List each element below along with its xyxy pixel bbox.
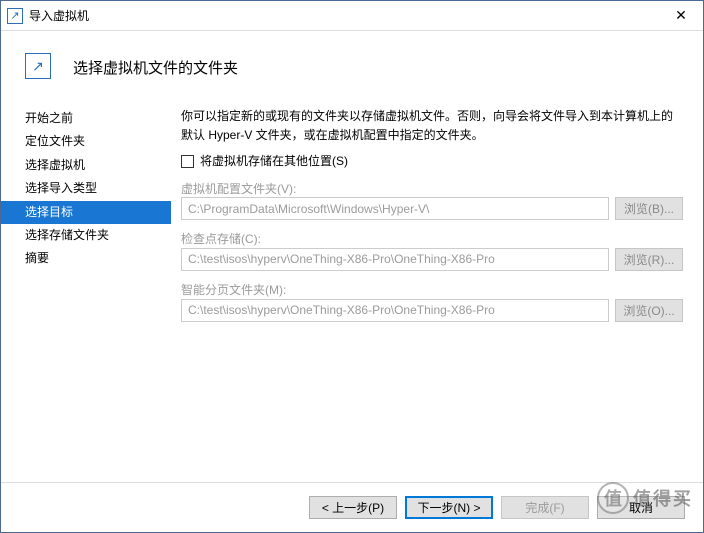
next-button[interactable]: 下一步(N) >: [405, 496, 493, 519]
sidebar-item-locate-folder[interactable]: 定位文件夹: [1, 130, 171, 153]
sidebar-item-select-vm[interactable]: 选择虚拟机: [1, 154, 171, 177]
cancel-button[interactable]: 取消: [597, 496, 685, 519]
window-icon: ↗: [7, 8, 23, 24]
smart-paging-folder-row: 浏览(O)...: [181, 299, 683, 322]
checkpoint-store-label: 检查点存储(C):: [181, 232, 683, 248]
vm-config-folder-input: [181, 197, 609, 220]
description-text: 你可以指定新的或现有的文件夹以存储虚拟机文件。否则，向导会将文件导入到本计算机上…: [181, 107, 683, 144]
sidebar-item-summary[interactable]: 摘要: [1, 247, 171, 270]
store-elsewhere-row: 将虚拟机存储在其他位置(S): [181, 154, 683, 170]
store-elsewhere-label: 将虚拟机存储在其他位置(S): [200, 154, 348, 170]
title-bar: ↗ 导入虚拟机 ✕: [1, 1, 703, 31]
finish-button: 完成(F): [501, 496, 589, 519]
vm-config-folder-row: 浏览(B)...: [181, 197, 683, 220]
smart-paging-folder-input: [181, 299, 609, 322]
smart-paging-folder-browse-button: 浏览(O)...: [615, 299, 683, 322]
wizard-content: 你可以指定新的或现有的文件夹以存储虚拟机文件。否则，向导会将文件导入到本计算机上…: [171, 103, 703, 482]
import-icon: ↗: [25, 53, 51, 79]
sidebar-item-storage-folder[interactable]: 选择存储文件夹: [1, 224, 171, 247]
wizard-window: ↗ 导入虚拟机 ✕ ↗ 选择虚拟机文件的文件夹 开始之前 定位文件夹 选择虚拟机…: [0, 0, 704, 533]
checkpoint-store-input: [181, 248, 609, 271]
previous-button[interactable]: < 上一步(P): [309, 496, 397, 519]
sidebar-item-before-begin[interactable]: 开始之前: [1, 107, 171, 130]
store-elsewhere-checkbox[interactable]: [181, 155, 194, 168]
wizard-steps-sidebar: 开始之前 定位文件夹 选择虚拟机 选择导入类型 选择目标 选择存储文件夹 摘要: [1, 103, 171, 482]
checkpoint-store-row: 浏览(R)...: [181, 248, 683, 271]
sidebar-item-select-target[interactable]: 选择目标: [1, 201, 171, 224]
vm-config-folder-label: 虚拟机配置文件夹(V):: [181, 182, 683, 198]
close-button[interactable]: ✕: [659, 2, 703, 30]
wizard-body: 开始之前 定位文件夹 选择虚拟机 选择导入类型 选择目标 选择存储文件夹 摘要 …: [1, 103, 703, 482]
sidebar-item-import-type[interactable]: 选择导入类型: [1, 177, 171, 200]
vm-config-folder-browse-button: 浏览(B)...: [615, 197, 683, 220]
page-title: 选择虚拟机文件的文件夹: [73, 57, 238, 78]
checkpoint-store-browse-button: 浏览(R)...: [615, 248, 683, 271]
smart-paging-folder-label: 智能分页文件夹(M):: [181, 283, 683, 299]
wizard-footer: < 上一步(P) 下一步(N) > 完成(F) 取消: [1, 482, 703, 532]
window-title: 导入虚拟机: [29, 7, 659, 24]
page-header: ↗ 选择虚拟机文件的文件夹: [1, 31, 703, 103]
